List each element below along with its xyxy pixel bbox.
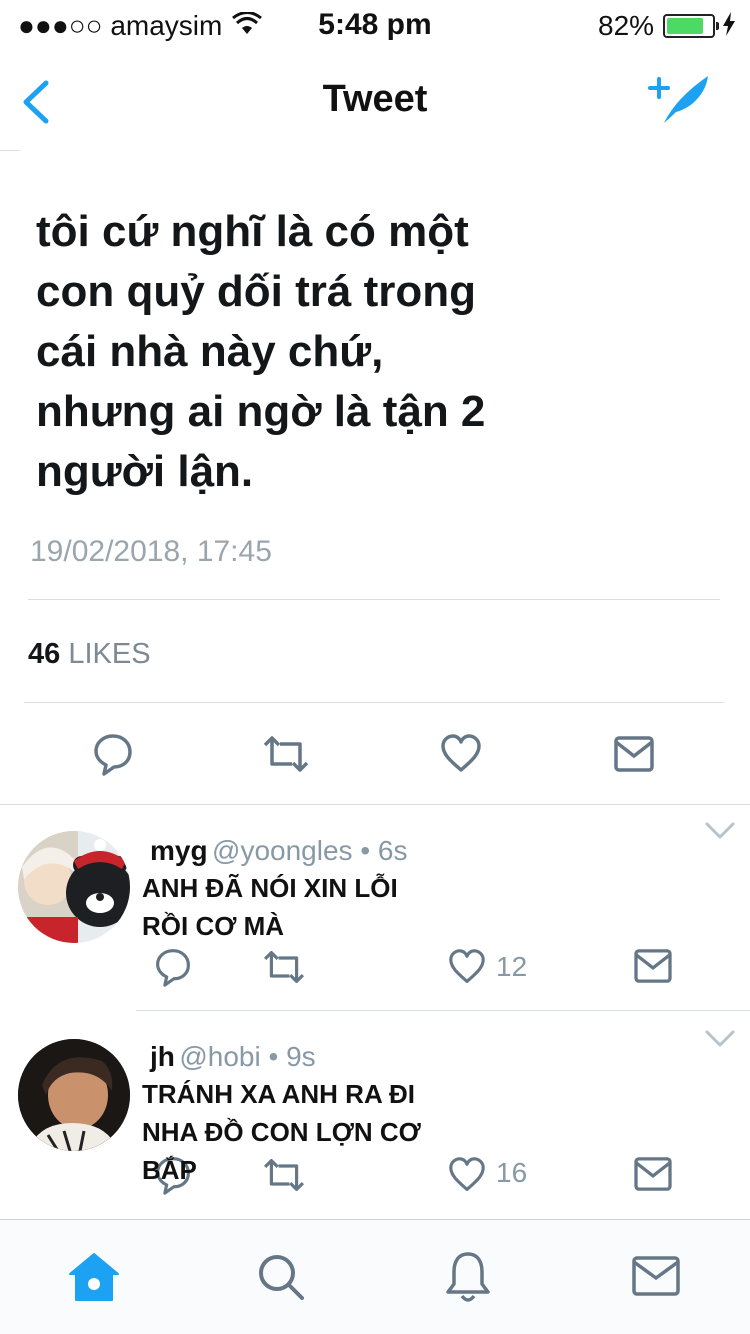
battery-percent: 82% bbox=[598, 10, 655, 41]
direct-message-button[interactable] bbox=[634, 949, 672, 983]
retweet-button[interactable] bbox=[262, 949, 306, 985]
retweet-button[interactable] bbox=[262, 734, 310, 774]
reply-name[interactable]: jh bbox=[150, 1041, 175, 1072]
tab-bar bbox=[0, 1220, 750, 1334]
more-options-button[interactable] bbox=[704, 1029, 736, 1049]
tab-home[interactable] bbox=[68, 1252, 120, 1302]
page-title: Tweet bbox=[322, 78, 428, 120]
direct-message-button[interactable] bbox=[614, 736, 654, 772]
retweet-icon bbox=[263, 736, 309, 772]
retweet-icon bbox=[263, 1159, 305, 1191]
like-button[interactable] bbox=[440, 734, 482, 774]
like-button[interactable] bbox=[448, 949, 486, 985]
reply-header: myg @yoongles • 6s bbox=[150, 835, 407, 867]
reply-tweet[interactable]: jh @hobi • 9s TRÁNH XA ANH RA ĐI NHA ĐỒ … bbox=[0, 1011, 750, 1217]
heart-icon bbox=[449, 949, 485, 983]
heart-icon bbox=[441, 734, 481, 772]
like-button[interactable] bbox=[448, 1157, 486, 1193]
status-bar: ●●●○○ amaysim 5:48 pm 82% bbox=[0, 0, 750, 48]
like-count: 12 bbox=[496, 951, 528, 982]
reply-header: jh @hobi • 9s bbox=[150, 1041, 316, 1073]
mail-icon bbox=[614, 736, 654, 772]
nav-divider bbox=[0, 150, 20, 151]
reply-button[interactable] bbox=[154, 947, 192, 987]
avatar[interactable] bbox=[18, 1039, 130, 1151]
home-icon bbox=[69, 1253, 119, 1301]
avatar-image bbox=[18, 831, 130, 943]
tab-notifications[interactable] bbox=[444, 1250, 492, 1304]
battery-icon bbox=[663, 14, 719, 38]
reply-handle: @hobi • 9s bbox=[179, 1041, 316, 1072]
reply-icon bbox=[156, 949, 190, 987]
retweet-icon bbox=[263, 951, 305, 983]
heart-icon bbox=[449, 1157, 485, 1191]
reply-text: ANH ĐÃ NÓI XIN LỖI RỒI CƠ MÀ bbox=[142, 873, 398, 941]
avatar-image bbox=[18, 1039, 130, 1151]
chevron-down-icon bbox=[705, 822, 735, 839]
search-icon bbox=[259, 1255, 304, 1300]
tweet-timestamp: 19/02/2018, 17:45 bbox=[30, 535, 272, 568]
divider bbox=[28, 599, 720, 600]
chevron-down-icon bbox=[705, 1030, 735, 1047]
compose-quill-icon bbox=[648, 76, 708, 123]
reply-handle: @yoongles • 6s bbox=[212, 835, 408, 866]
divider bbox=[24, 702, 724, 703]
tab-messages[interactable] bbox=[632, 1256, 680, 1296]
mail-icon bbox=[634, 1157, 672, 1191]
mail-icon bbox=[632, 1256, 680, 1296]
likes-count: 46 bbox=[28, 638, 61, 670]
tab-search[interactable] bbox=[256, 1252, 306, 1302]
reply-name[interactable]: myg bbox=[150, 835, 208, 866]
mail-icon bbox=[634, 949, 672, 983]
like-count: 16 bbox=[496, 1157, 528, 1188]
battery-level bbox=[667, 18, 704, 34]
compose-tweet-button[interactable] bbox=[646, 68, 716, 128]
reply-tweet[interactable]: myg @yoongles • 6s ANH ĐÃ NÓI XIN LỖI RỒ… bbox=[0, 805, 750, 1011]
reply-icon bbox=[94, 734, 132, 776]
retweet-button[interactable] bbox=[262, 1157, 306, 1193]
bell-icon bbox=[446, 1252, 490, 1302]
more-options-button[interactable] bbox=[704, 821, 736, 841]
charging-icon bbox=[723, 12, 735, 36]
likes-summary[interactable]: 46 LIKES bbox=[28, 638, 151, 671]
reply-button[interactable] bbox=[92, 732, 134, 776]
direct-message-button[interactable] bbox=[634, 1157, 672, 1191]
likes-label: LIKES bbox=[68, 638, 151, 670]
tweet-text: tôi cứ nghĩ là có một con quỷ dối trá tr… bbox=[36, 207, 486, 496]
avatar[interactable] bbox=[18, 831, 130, 943]
